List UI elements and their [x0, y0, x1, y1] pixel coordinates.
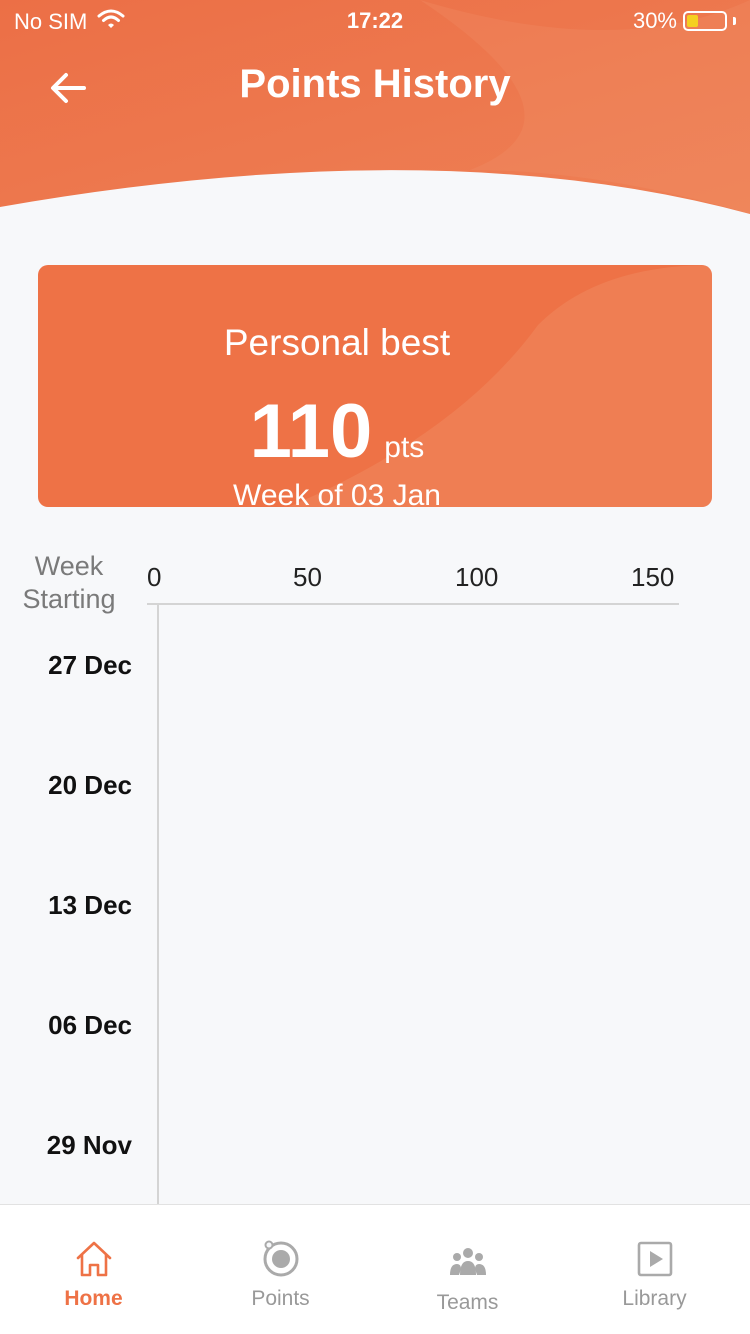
battery-percent: 30% [632, 8, 677, 33]
personal-best-unit: pts [384, 431, 425, 464]
y-tick-label: 29 Nov [46, 1130, 132, 1160]
personal-best-value: 110 [249, 389, 373, 474]
personal-best-title: Personal best [223, 322, 451, 363]
y-tick-label: 27 Dec [48, 650, 132, 680]
home-icon [76, 1241, 111, 1277]
x-tick-label: 0 [147, 562, 162, 592]
personal-best-value-row: 110 pts [0, 392, 674, 472]
y-tick-label: 06 Dec [48, 1010, 132, 1040]
page-title: Points History [239, 62, 511, 106]
status-bar: No SIM 17:22 30% [0, 0, 750, 44]
x-tick-label: 150 [631, 562, 675, 592]
teams-icon [449, 1248, 486, 1275]
tab-label: Teams [436, 1291, 499, 1314]
x-axis-line [147, 603, 679, 605]
tab-label: Home [64, 1287, 123, 1310]
library-icon [637, 1241, 672, 1277]
tab-bar: Home Points Teams Library [0, 1204, 750, 1334]
battery-level [687, 15, 698, 27]
battery-nub [733, 17, 736, 25]
tab-home[interactable]: Home [0, 1205, 187, 1334]
y-axis-title: Week Starting [22, 551, 116, 614]
tab-points[interactable]: Points [187, 1205, 374, 1334]
tab-label: Library [622, 1287, 687, 1310]
tab-teams[interactable]: Teams [374, 1205, 561, 1334]
battery-icon [683, 11, 727, 31]
points-icon [263, 1240, 298, 1277]
y-tick-label: 13 Dec [48, 890, 132, 920]
tab-label: Points [251, 1287, 310, 1310]
personal-best-week: Week of 03 Jan [233, 479, 441, 512]
tab-library[interactable]: Library [561, 1205, 748, 1334]
x-tick-label: 100 [455, 562, 499, 592]
y-axis-line [157, 605, 159, 1205]
y-tick-label: 20 Dec [48, 770, 132, 800]
x-tick-label: 50 [293, 562, 322, 592]
